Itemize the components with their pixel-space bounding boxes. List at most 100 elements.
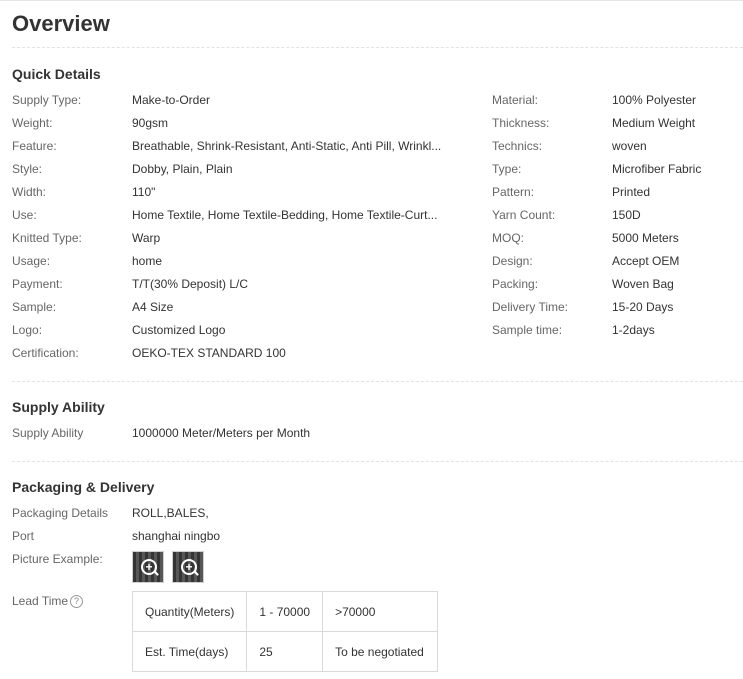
detail-label: MOQ: bbox=[492, 231, 524, 245]
detail-label: Supply Ability bbox=[12, 426, 84, 440]
quick-details-heading: Quick Details bbox=[12, 66, 101, 82]
detail-value: Make-to-Order bbox=[132, 93, 211, 107]
section-divider bbox=[12, 461, 743, 462]
detail-label: Design: bbox=[492, 254, 533, 268]
detail-value: 90gsm bbox=[132, 116, 169, 130]
detail-value: 1-2days bbox=[612, 323, 655, 337]
detail-label: Use: bbox=[12, 208, 37, 222]
detail-label: Supply Type: bbox=[12, 93, 82, 107]
detail-row-moq: MOQ: 5000 Meters bbox=[492, 229, 732, 247]
detail-row-sample-time: Sample time: 1-2days bbox=[492, 321, 732, 339]
table-cell: 1 - 70000 bbox=[246, 591, 324, 632]
detail-label: Packaging Details bbox=[12, 506, 109, 520]
detail-label: Feature: bbox=[12, 139, 57, 153]
picture-example-row: Picture Example: bbox=[12, 550, 452, 568]
detail-row-supply-type: Supply Type: Make-to-Order bbox=[12, 91, 452, 109]
detail-value: Medium Weight bbox=[612, 116, 696, 130]
detail-value: 150D bbox=[612, 208, 641, 222]
detail-row-payment: Payment: T/T(30% Deposit) L/C bbox=[12, 275, 452, 293]
packaging-delivery-heading: Packaging & Delivery bbox=[12, 479, 155, 495]
detail-value: 100% Polyester bbox=[612, 93, 697, 107]
picture-thumbnail-2[interactable]: + bbox=[172, 551, 204, 583]
detail-label: Style: bbox=[12, 162, 43, 176]
detail-value: OEKO-TEX STANDARD 100 bbox=[132, 346, 286, 360]
detail-row-weight: Weight: 90gsm bbox=[12, 114, 452, 132]
detail-label: Sample: bbox=[12, 300, 57, 314]
detail-label: Weight: bbox=[12, 116, 53, 130]
detail-label: Yarn Count: bbox=[492, 208, 556, 222]
table-cell: 25 bbox=[246, 631, 324, 672]
detail-row-technics: Technics: woven bbox=[492, 137, 732, 155]
table-cell: Quantity(Meters) bbox=[131, 591, 248, 632]
port-row: Port shanghai ningbo bbox=[12, 527, 452, 545]
detail-row-design: Design: Accept OEM bbox=[492, 252, 732, 270]
picture-thumbnail-1[interactable]: + bbox=[132, 551, 164, 583]
detail-value: Printed bbox=[612, 185, 651, 199]
detail-value: Dobby, Plain, Plain bbox=[132, 162, 233, 176]
detail-value: shanghai ningbo bbox=[132, 529, 221, 543]
detail-value: Accept OEM bbox=[612, 254, 680, 268]
detail-row-style: Style: Dobby, Plain, Plain bbox=[12, 160, 452, 178]
detail-label: Pattern: bbox=[492, 185, 535, 199]
detail-label: Delivery Time: bbox=[492, 300, 569, 314]
detail-label: Usage: bbox=[12, 254, 51, 268]
detail-value: 110" bbox=[132, 185, 156, 199]
detail-label: Knitted Type: bbox=[12, 231, 82, 245]
detail-row-knitted-type: Knitted Type: Warp bbox=[12, 229, 452, 247]
section-divider bbox=[12, 47, 743, 48]
detail-label: Technics: bbox=[492, 139, 543, 153]
detail-value: woven bbox=[612, 139, 647, 153]
detail-row-logo: Logo: Customized Logo bbox=[12, 321, 452, 339]
table-cell: Est. Time(days) bbox=[131, 631, 248, 672]
packaging-details-row: Packaging Details ROLL,BALES, bbox=[12, 504, 452, 522]
supply-ability-heading: Supply Ability bbox=[12, 399, 105, 415]
detail-label: Type: bbox=[492, 162, 522, 176]
detail-label: Logo: bbox=[12, 323, 43, 337]
table-row: Est. Time(days) 25 To be negotiated bbox=[131, 631, 439, 672]
table-cell: To be negotiated bbox=[322, 631, 439, 672]
detail-value: 15-20 Days bbox=[612, 300, 674, 314]
overview-panel: Overview Quick Details Supply Type: Make-… bbox=[0, 0, 743, 679]
detail-value: ROLL,BALES, bbox=[132, 506, 209, 520]
table-row: Quantity(Meters) 1 - 70000 >70000 bbox=[131, 591, 439, 632]
detail-row-pattern: Pattern: Printed bbox=[492, 183, 732, 201]
detail-value: Warp bbox=[132, 231, 161, 245]
detail-value: home bbox=[132, 254, 163, 268]
detail-value: Home Textile, Home Textile-Bedding, Home… bbox=[132, 208, 438, 222]
detail-value: Breathable, Shrink-Resistant, Anti-Stati… bbox=[132, 139, 442, 153]
detail-row-use: Use: Home Textile, Home Textile-Bedding, … bbox=[12, 206, 452, 224]
detail-value: 1000000 Meter/Meters per Month bbox=[132, 426, 311, 440]
detail-row-certification: Certification: OEKO-TEX STANDARD 100 bbox=[12, 344, 452, 362]
detail-row-thickness: Thickness: Medium Weight bbox=[492, 114, 732, 132]
detail-row-packing: Packing: Woven Bag bbox=[492, 275, 732, 293]
lead-time-label-text: Lead Time bbox=[12, 594, 69, 608]
section-divider bbox=[12, 381, 743, 382]
lead-time-label: Lead Time? bbox=[12, 592, 84, 610]
supply-ability-row: Supply Ability 1000000 Meter/Meters per M… bbox=[12, 424, 452, 442]
detail-label: Sample time: bbox=[492, 323, 563, 337]
detail-row-width: Width: 110" bbox=[12, 183, 452, 201]
detail-row-sample: Sample: A4 Size bbox=[12, 298, 452, 316]
detail-row-material: Material: 100% Polyester bbox=[492, 91, 732, 109]
detail-value: A4 Size bbox=[132, 300, 174, 314]
detail-label: Certification: bbox=[12, 346, 79, 360]
lead-time-table: Quantity(Meters) 1 - 70000 >70000 Est. T… bbox=[131, 591, 439, 672]
zoom-icon: + bbox=[141, 559, 157, 575]
detail-label: Thickness: bbox=[492, 116, 550, 130]
detail-row-usage: Usage: home bbox=[12, 252, 452, 270]
page-title: Overview bbox=[12, 11, 110, 36]
detail-label: Width: bbox=[12, 185, 47, 199]
detail-row-delivery-time: Delivery Time: 15-20 Days bbox=[492, 298, 732, 316]
detail-label: Payment: bbox=[12, 277, 63, 291]
table-cell: >70000 bbox=[322, 591, 439, 632]
detail-row-feature: Feature: Breathable, Shrink-Resistant, An… bbox=[12, 137, 452, 155]
detail-value: Microfiber Fabric bbox=[612, 162, 702, 176]
detail-row-yarn-count: Yarn Count: 150D bbox=[492, 206, 732, 224]
detail-value: Woven Bag bbox=[612, 277, 674, 291]
help-icon[interactable]: ? bbox=[70, 595, 84, 609]
detail-value: Customized Logo bbox=[132, 323, 226, 337]
detail-label: Packing: bbox=[492, 277, 539, 291]
zoom-icon: + bbox=[181, 559, 197, 575]
detail-label: Port bbox=[12, 529, 35, 543]
detail-value: T/T(30% Deposit) L/C bbox=[132, 277, 249, 291]
